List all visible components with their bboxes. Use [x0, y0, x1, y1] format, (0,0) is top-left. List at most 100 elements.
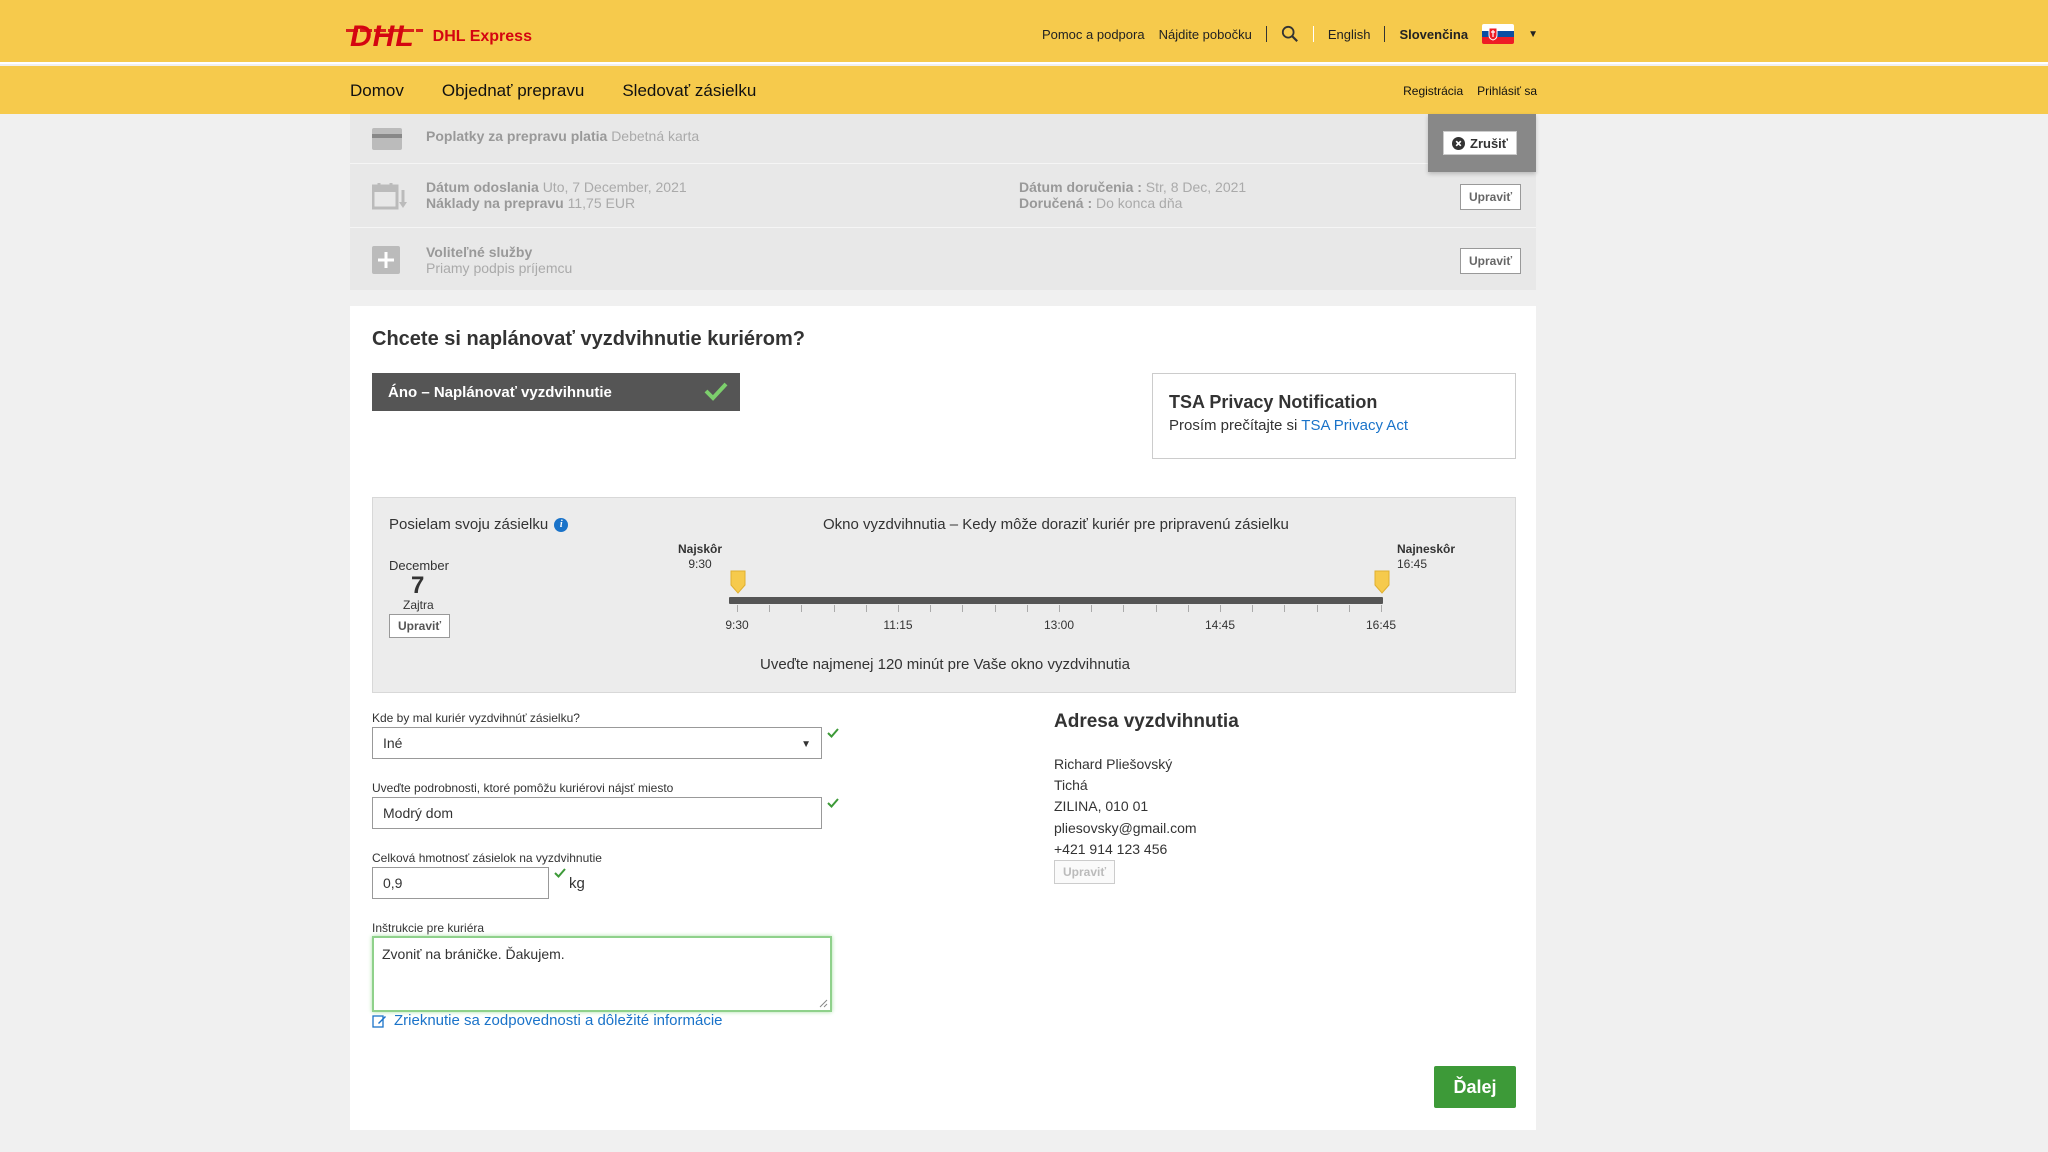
- latest-slider-handle[interactable]: [1374, 570, 1390, 594]
- pickup-window-hint: Uveďte najmenej 120 minút pre Vaše okno …: [760, 656, 1130, 673]
- pickup-card: Chcete si naplánovať vyzdvihnutie kuriér…: [350, 306, 1536, 1130]
- weight-label: Celková hmotnosť zásielok na vyzdvihnuti…: [372, 851, 602, 865]
- plus-icon: [372, 246, 400, 274]
- pickup-question: Chcete si naplánovať vyzdvihnutie kuriér…: [372, 328, 806, 350]
- tick-label: 9:30: [725, 618, 749, 632]
- time-tick: [1059, 605, 1060, 612]
- earliest-time: 9:30: [688, 557, 712, 571]
- next-button[interactable]: Ďalej: [1434, 1066, 1516, 1108]
- optional-label: Voliteľné služby: [426, 244, 533, 260]
- time-tick: [1123, 605, 1125, 612]
- account-nav: Registrácia Prihlásiť sa: [1389, 84, 1537, 98]
- disclaimer-text: Zrieknutie sa zodpovednosti a dôležité i…: [394, 1012, 723, 1029]
- payment-value: Debetná karta: [611, 128, 700, 144]
- pickup-address-title: Adresa vyzdvihnutia: [1054, 711, 1239, 732]
- delivery-date-label: Dátum doručenia :: [1019, 179, 1142, 195]
- tsa-text: Prosím prečítajte si TSA Privacy Act: [1169, 417, 1499, 434]
- time-tick: [1091, 605, 1093, 612]
- time-tick: [1348, 605, 1350, 612]
- sending-label: Posielam svoju zásielku: [389, 516, 549, 533]
- delivery-date-value: Str, 8 Dec, 2021: [1145, 179, 1247, 195]
- pickup-day-note: Zajtra: [403, 598, 434, 612]
- dates-row: Dátum odoslania Uto, 7 December, 2021 Ná…: [350, 164, 1536, 228]
- dhl-logo[interactable]: DHL DHL Express: [346, 20, 532, 54]
- lang-slovak[interactable]: Slovenčina: [1399, 27, 1468, 42]
- courier-instructions-textarea[interactable]: Zvoniť na bráničke. Ďakujem.: [372, 936, 832, 1012]
- time-tick: [1252, 605, 1254, 612]
- cancel-panel: Zrušiť: [1428, 114, 1536, 172]
- nav-item-order-shipment[interactable]: Objednať prepravu: [442, 81, 584, 101]
- earliest-slider-handle[interactable]: [730, 570, 746, 594]
- edit-pickup-date-button[interactable]: Upraviť: [389, 614, 451, 638]
- login-link[interactable]: Prihlásiť sa: [1477, 84, 1537, 98]
- time-tick: [930, 605, 932, 612]
- brand-name: DHL Express: [432, 28, 532, 45]
- top-links: Pomoc a podpora Nájdite pobočku English …: [1028, 24, 1538, 44]
- pickup-window-title: Okno vyzdvihnutia – Kedy môže doraziť ku…: [823, 516, 1289, 533]
- edit-services-button[interactable]: Upraviť: [1460, 248, 1522, 274]
- ship-date-value: Uto, 7 December, 2021: [542, 179, 687, 195]
- location-details-input[interactable]: Modrý dom: [372, 797, 822, 829]
- help-link[interactable]: Pomoc a podpora: [1042, 27, 1145, 42]
- checkmark-icon: [704, 382, 728, 401]
- earliest-label: Najskôr: [678, 542, 723, 556]
- tick-label: 14:45: [1204, 618, 1236, 632]
- instructions-label: Inštrukcie pre kuriéra: [372, 921, 485, 935]
- main-nav: Domov Objednať prepravu Sledovať zásielk…: [350, 81, 794, 101]
- pickup-month: December: [389, 558, 449, 573]
- caret-down-icon: ▼: [801, 739, 811, 750]
- disclaimer-link[interactable]: Zrieknutie sa zodpovednosti a dôležité i…: [372, 1012, 723, 1029]
- info-icon[interactable]: i: [554, 517, 569, 532]
- weight-input[interactable]: 0,9: [372, 867, 549, 899]
- yes-label: Áno – Naplánovať vyzdvihnutie: [388, 383, 612, 401]
- nav-item-track-shipment[interactable]: Sledovať zásielku: [622, 81, 756, 101]
- latest-label: Najneskôr: [1397, 542, 1456, 556]
- time-tick: [769, 605, 771, 612]
- chevron-down-icon[interactable]: ▼: [1528, 29, 1538, 40]
- pickup-day: 7: [411, 572, 425, 599]
- edit-address-button[interactable]: Upraviť: [1054, 860, 1116, 884]
- pickup-location-select[interactable]: Iné ▼: [372, 727, 822, 759]
- register-link[interactable]: Registrácia: [1403, 84, 1463, 98]
- time-range-track[interactable]: [729, 597, 1383, 604]
- time-tick: [833, 605, 835, 612]
- time-tick: [865, 605, 867, 612]
- slovak-flag-icon[interactable]: [1482, 24, 1515, 44]
- time-tick: [1187, 605, 1189, 612]
- lang-english[interactable]: English: [1328, 27, 1371, 42]
- time-tick: [994, 605, 996, 612]
- address-email: pliesovsky@gmail.com: [1054, 820, 1197, 836]
- tsa-prompt: Prosím prečítajte si: [1169, 417, 1298, 434]
- find-location-link[interactable]: Nájdite pobočku: [1159, 27, 1252, 42]
- divider: [1265, 26, 1267, 42]
- search-icon[interactable]: [1281, 25, 1299, 43]
- valid-check-icon: [827, 798, 839, 808]
- cost-label: Náklady na prepravu: [426, 195, 564, 211]
- time-tick: [962, 605, 964, 612]
- nav-item-home[interactable]: Domov: [350, 81, 404, 101]
- calendar-icon: [372, 183, 407, 210]
- resize-handle-icon[interactable]: [818, 998, 828, 1008]
- cancel-button[interactable]: Zrušiť: [1443, 131, 1518, 155]
- tick-label: 16:45: [1365, 618, 1397, 632]
- divider: [1312, 26, 1314, 42]
- sending-label-wrap: Posielam svoju zásielku i: [389, 516, 569, 533]
- address-name: Richard Pliešovský: [1054, 756, 1173, 772]
- payment-row: Poplatky za prepravu platia Debetná kart…: [350, 114, 1536, 164]
- valid-check-icon: [554, 868, 566, 878]
- latest-marker-label: Najneskôr 16:45: [1397, 542, 1455, 572]
- optional-services-row: Voliteľné služby Priamy podpis príjemcu …: [350, 228, 1536, 290]
- time-tick: [801, 605, 803, 612]
- delivered-label: Doručená :: [1019, 195, 1093, 211]
- time-tick: [1284, 605, 1286, 612]
- address-city: ZILINA, 010 01: [1054, 798, 1149, 814]
- divider: [1384, 26, 1386, 42]
- cost-value: 11,75 EUR: [567, 195, 636, 211]
- edit-document-icon: [372, 1014, 386, 1028]
- edit-dates-button[interactable]: Upraviť: [1460, 184, 1522, 210]
- nav-bar: [0, 66, 2048, 114]
- time-tick: [737, 605, 738, 612]
- schedule-pickup-yes-button[interactable]: Áno – Naplánovať vyzdvihnutie: [372, 373, 740, 411]
- pickup-window-panel: Posielam svoju zásielku i Okno vyzdvihnut…: [372, 497, 1516, 693]
- tsa-privacy-act-link[interactable]: TSA Privacy Act: [1301, 417, 1408, 434]
